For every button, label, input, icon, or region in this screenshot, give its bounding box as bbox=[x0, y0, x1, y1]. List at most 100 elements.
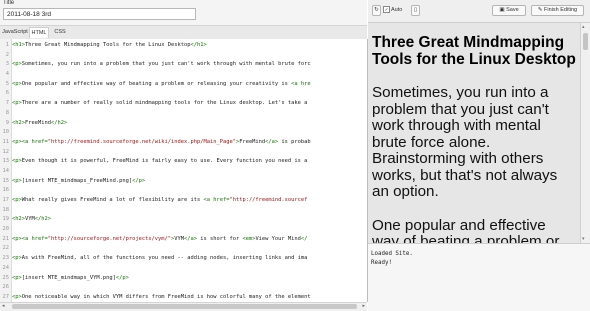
scrollbar-thumb[interactable] bbox=[583, 33, 588, 50]
preview-heading: Three Great Mindmapping Tools for the Li… bbox=[372, 34, 576, 68]
code-line[interactable]: 11 <p><a href="http://freemind.sourceforg… bbox=[0, 138, 367, 148]
html-tag-token: <p> bbox=[12, 293, 22, 300]
code-line[interactable]: 8 bbox=[0, 109, 367, 119]
code-line[interactable]: 10 bbox=[0, 128, 367, 138]
text-token: Even though it is powerful, FreeMind is … bbox=[21, 158, 308, 165]
html-tag-token: </ bbox=[300, 235, 308, 242]
finish-editing-button[interactable]: ✎ Finish Editing bbox=[531, 5, 584, 16]
line-number: 12 bbox=[2, 148, 10, 155]
text-token: [insert MTE_mindmaps_FreeMind.png] bbox=[21, 177, 133, 184]
code-line[interactable]: 21 <p><a href="http://sourceforge.net/pro… bbox=[0, 235, 367, 245]
text-token: Three Great Mindmapping Tools for the Li… bbox=[24, 42, 191, 48]
code-line[interactable]: 23 <p>As with FreeMind, all of the functi… bbox=[0, 254, 367, 264]
text-token: FreeMind bbox=[24, 119, 51, 126]
line-number: 24 bbox=[2, 264, 10, 271]
text-token: What really gives FreeMind a lot of flex… bbox=[21, 197, 204, 203]
code-line[interactable]: 26 bbox=[0, 283, 367, 293]
text-token: View Your Mind bbox=[255, 235, 301, 242]
html-tag-token: <p> bbox=[12, 197, 22, 203]
html-tag-token: </a> bbox=[184, 235, 198, 242]
refresh-button[interactable]: ↻ bbox=[372, 5, 381, 16]
line-number: 19 bbox=[2, 216, 10, 223]
preview-paragraph: Sometimes, you run into a problem that y… bbox=[372, 84, 558, 200]
tab-css[interactable]: CSS bbox=[51, 27, 69, 38]
line-number: 4 bbox=[5, 71, 9, 78]
code-line[interactable]: 17 <p>What really gives FreeMind a lot of… bbox=[0, 196, 367, 206]
code-line[interactable]: 7 <p>There are a number of really solid m… bbox=[0, 99, 367, 109]
document-button[interactable]: ▯ bbox=[411, 5, 420, 16]
log-line: Ready! bbox=[371, 260, 392, 266]
preview-vertical-scrollbar[interactable]: ▴ ▾ bbox=[580, 23, 590, 243]
pencil-icon: ✎ bbox=[537, 7, 543, 13]
html-tag-token: <p> bbox=[12, 158, 22, 165]
title-area: Title 2011-08-18 3rd bbox=[0, 0, 367, 25]
scroll-down-arrow-icon[interactable]: ▾ bbox=[582, 236, 585, 242]
auto-refresh-checkbox[interactable]: ✓ Auto bbox=[383, 5, 402, 16]
line-number: 22 bbox=[2, 245, 10, 252]
html-tag-token: <p><a href= bbox=[12, 235, 48, 242]
html-tag-token: <p> bbox=[12, 61, 22, 68]
code-editor[interactable]: 1 <h1>Three Great Mindmapping Tools for t… bbox=[0, 39, 368, 302]
text-token: VYM bbox=[174, 235, 185, 242]
auto-label: Auto bbox=[391, 7, 403, 13]
html-tag-token: <h1> bbox=[12, 42, 25, 48]
html-tag-token: <p> bbox=[12, 100, 22, 107]
checkbox-icon[interactable]: ✓ bbox=[383, 6, 390, 14]
code-line[interactable]: 12 bbox=[0, 148, 367, 158]
code-line[interactable]: 5 <p>One popular and effective way of bea… bbox=[0, 80, 367, 90]
code-line[interactable]: 22 bbox=[0, 244, 367, 254]
code-line[interactable]: 27 <p>One noticeable way in which VYM dif… bbox=[0, 293, 367, 302]
html-tag-token: <em> bbox=[242, 235, 256, 242]
code-line[interactable]: 4 bbox=[0, 70, 367, 80]
line-number: 23 bbox=[2, 255, 10, 262]
scroll-up-arrow-icon[interactable]: ▴ bbox=[582, 24, 585, 30]
save-button[interactable]: ▣ Save bbox=[492, 5, 526, 16]
code-line[interactable]: 15 <p>[insert MTE_mindmaps_FreeMind.png]<… bbox=[0, 177, 367, 187]
refresh-icon: ↻ bbox=[374, 7, 379, 13]
string-token: "http://sourceforge.net/projects/vym/" bbox=[47, 235, 172, 242]
code-line[interactable]: 24 bbox=[0, 264, 367, 274]
line-number: 18 bbox=[2, 206, 10, 213]
code-line[interactable]: 18 bbox=[0, 206, 367, 216]
tab-javascript[interactable]: JavaScript bbox=[2, 27, 28, 38]
text-token: is short for bbox=[197, 235, 243, 242]
code-line[interactable]: 16 bbox=[0, 186, 367, 196]
line-number: 17 bbox=[2, 197, 10, 203]
code-line[interactable]: 13 <p>Even though it is powerful, FreeMin… bbox=[0, 157, 367, 167]
text-token: VYM bbox=[24, 216, 35, 223]
html-tag-token: <p> bbox=[12, 274, 22, 281]
code-line[interactable]: 25 <p>[insert MTE_mindmaps_VYM.png]</p> bbox=[0, 274, 367, 284]
line-number: 21 bbox=[2, 235, 10, 242]
preview-paragraph: One popular and effective way of beating… bbox=[372, 216, 560, 243]
scrollbar-thumb[interactable] bbox=[12, 304, 357, 309]
title-input[interactable]: 2011-08-18 3rd bbox=[3, 8, 196, 20]
preview-toolbar: ↻ ✓ Auto ▯ ▣ Save ✎ Finish Editing bbox=[368, 0, 590, 23]
html-tag-token: </h2> bbox=[50, 119, 68, 126]
line-number: 27 bbox=[2, 293, 10, 300]
html-tag-token: <a href= bbox=[203, 197, 230, 203]
html-tag-token: <p> bbox=[12, 177, 22, 184]
code-line[interactable]: 2 bbox=[0, 51, 367, 61]
code-line[interactable]: 3 <p>Sometimes, you run into a problem th… bbox=[0, 60, 367, 70]
scroll-right-arrow-icon[interactable]: ▸ bbox=[362, 303, 365, 309]
code-line[interactable]: 20 bbox=[0, 225, 367, 235]
code-line[interactable]: 14 bbox=[0, 167, 367, 177]
tab-html[interactable]: HTML bbox=[29, 27, 49, 38]
text-token: There are a number of really solid mindm… bbox=[21, 100, 308, 107]
code-line[interactable]: 1 <h1>Three Great Mindmapping Tools for t… bbox=[0, 41, 367, 51]
code-lines: 1 <h1>Three Great Mindmapping Tools for t… bbox=[0, 41, 367, 302]
line-number: 7 bbox=[5, 100, 9, 107]
line-number: 10 bbox=[2, 129, 10, 136]
code-line[interactable]: 9 <h2>FreeMind</h2> bbox=[0, 119, 367, 129]
code-line[interactable]: 19 <h2>VYM</h2> bbox=[0, 215, 367, 225]
line-number: 3 bbox=[5, 61, 9, 68]
html-tag-token: </a> bbox=[265, 138, 279, 145]
code-line[interactable]: 6 bbox=[0, 89, 367, 99]
document-icon: ▯ bbox=[413, 7, 418, 13]
title-label: Title bbox=[3, 0, 15, 6]
text-token: Sometimes, you run into a problem that y… bbox=[21, 61, 311, 68]
html-tag-token: </h2> bbox=[34, 216, 51, 223]
scroll-left-arrow-icon[interactable]: ◂ bbox=[2, 303, 5, 309]
line-number: 11 bbox=[2, 138, 10, 145]
line-number: 16 bbox=[2, 187, 10, 194]
